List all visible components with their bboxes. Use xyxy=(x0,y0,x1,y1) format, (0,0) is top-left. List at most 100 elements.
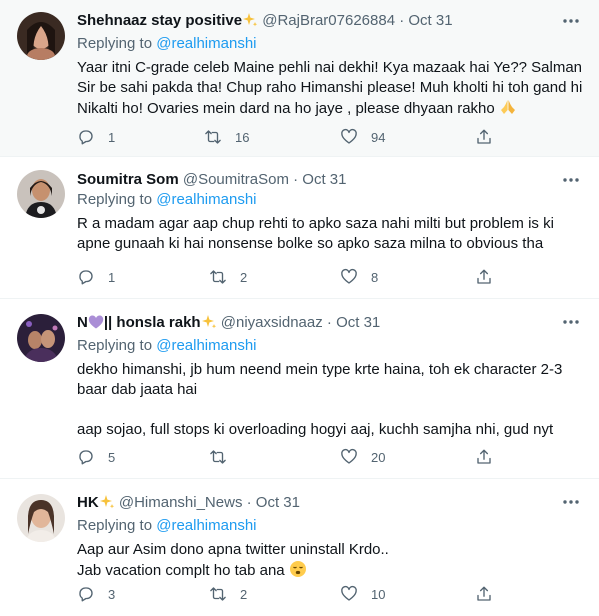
heart-icon xyxy=(341,128,357,144)
more-options-button[interactable] xyxy=(561,312,581,332)
tweet-text-line: Sir be sahi pakda tha! Chup raho Himansh… xyxy=(77,79,583,96)
reply-icon xyxy=(79,587,93,602)
reply-button[interactable]: 3 xyxy=(77,584,115,604)
like-button[interactable]: 10 xyxy=(340,584,385,604)
like-count: 20 xyxy=(371,449,386,465)
share-icon xyxy=(477,129,491,144)
timestamp[interactable]: Oct 31 xyxy=(408,12,452,29)
avatar[interactable] xyxy=(17,170,65,218)
tweet-text: Aap aur Asim dono apna twitter uninstall… xyxy=(77,540,583,584)
retweet-button[interactable]: 2 xyxy=(209,584,247,604)
tweet-text-line: aap sojao, full stops ki overloading hog… xyxy=(77,421,554,438)
tweet-text-line: apne gunaah ki hai nonsense bolke so apk… xyxy=(77,235,544,252)
retweet-count: 16 xyxy=(235,129,250,145)
separator-dot: · xyxy=(293,171,299,188)
retweet-icon xyxy=(205,130,221,144)
reply-count: 1 xyxy=(108,269,116,285)
action-bar: 1 2 8 xyxy=(77,267,583,287)
tweet-header: N || honsla rakh @niyaxsidnaaz · Oct 31 xyxy=(77,313,583,336)
share-icon xyxy=(477,449,491,464)
action-bar: 5 20 xyxy=(77,447,583,467)
tweet-4[interactable]: HK @Himanshi_News · Oct 31 Replying to @… xyxy=(0,479,599,616)
replying-to: Replying to @realhimanshi xyxy=(77,516,583,536)
retweet-button[interactable]: 16 xyxy=(204,127,249,147)
retweet-count: 2 xyxy=(240,586,248,602)
retweet-icon xyxy=(210,587,226,601)
like-button[interactable]: 20 xyxy=(340,447,385,467)
timestamp[interactable]: Oct 31 xyxy=(302,171,346,188)
handle[interactable]: @RajBrar07626884 xyxy=(262,12,395,29)
handle[interactable]: @SoumitraSom xyxy=(183,171,289,188)
display-name[interactable]: HK xyxy=(77,494,99,511)
mention-link[interactable]: @realhimanshi xyxy=(156,191,256,208)
more-horizontal-icon xyxy=(563,19,579,23)
more-horizontal-icon xyxy=(563,320,579,324)
more-options-button[interactable] xyxy=(561,492,581,512)
display-name[interactable]: N || honsla rakh xyxy=(77,314,201,331)
retweet-button[interactable]: 2 xyxy=(209,267,247,287)
share-button[interactable] xyxy=(475,584,493,604)
share-button[interactable] xyxy=(475,447,493,467)
purple-heart-emoji xyxy=(88,314,104,336)
sparkles-emoji xyxy=(201,314,217,336)
tweet-text-line: Nikalti ho! Ovaries mein dard na ho jaye… xyxy=(77,100,495,117)
more-options-button[interactable] xyxy=(561,11,581,31)
heart-icon xyxy=(341,448,357,464)
timestamp[interactable]: Oct 31 xyxy=(256,494,300,511)
timestamp[interactable]: Oct 31 xyxy=(336,314,380,331)
heart-icon xyxy=(341,268,357,284)
handle[interactable]: @Himanshi_News xyxy=(119,494,243,511)
tweet-text-line: baar dab jaata hai xyxy=(77,381,198,398)
avatar[interactable] xyxy=(17,314,65,362)
sleepy-face-emoji xyxy=(289,560,307,584)
reply-button[interactable]: 5 xyxy=(77,447,115,467)
replying-to: Replying to @realhimanshi xyxy=(77,190,583,210)
tweet-2[interactable]: Soumitra Som @SoumitraSom · Oct 31 Reply… xyxy=(0,157,599,299)
replying-to-label: Replying to xyxy=(77,337,153,354)
tweet-3[interactable]: N || honsla rakh @niyaxsidnaaz · Oct 31 R… xyxy=(0,299,599,479)
tweet-text-line: Aap aur Asim dono apna twitter uninstall… xyxy=(77,541,389,558)
reply-icon xyxy=(79,130,93,145)
handle[interactable]: @niyaxsidnaaz xyxy=(221,314,323,331)
tweet-header: Shehnaaz stay positive @RajBrar07626884 … xyxy=(77,11,583,34)
tweet-text-line: dekho himanshi, jb hum neend mein type k… xyxy=(77,361,563,378)
tweet-1[interactable]: Shehnaaz stay positive @RajBrar07626884 … xyxy=(0,0,599,157)
like-button[interactable]: 94 xyxy=(340,127,385,147)
mention-link[interactable]: @realhimanshi xyxy=(156,35,256,52)
display-name[interactable]: Shehnaaz stay positive xyxy=(77,12,242,29)
sparkles-emoji xyxy=(242,12,258,34)
like-count: 8 xyxy=(371,269,379,285)
reply-button[interactable]: 1 xyxy=(77,127,115,147)
retweet-button[interactable] xyxy=(209,447,227,467)
more-options-button[interactable] xyxy=(561,170,581,190)
display-name-prefix: N xyxy=(77,314,88,331)
display-name[interactable]: Soumitra Som xyxy=(77,171,179,188)
replying-to: Replying to @realhimanshi xyxy=(77,336,583,356)
reply-count: 5 xyxy=(108,449,116,465)
tweet-text-line: Jab vacation complt ho tab ana xyxy=(77,562,285,579)
reply-button[interactable]: 1 xyxy=(77,267,115,287)
like-count: 94 xyxy=(371,129,386,145)
reply-count: 3 xyxy=(108,586,116,602)
share-button[interactable] xyxy=(475,127,493,147)
like-button[interactable]: 8 xyxy=(340,267,378,287)
action-bar: 1 16 94 xyxy=(77,127,583,147)
replying-to-label: Replying to xyxy=(77,35,153,52)
avatar[interactable] xyxy=(17,12,65,60)
tweet-text: Yaar itni C-grade celeb Maine pehli nai … xyxy=(77,58,583,122)
reply-icon xyxy=(79,450,93,465)
mention-link[interactable]: @realhimanshi xyxy=(156,337,256,354)
replying-to-label: Replying to xyxy=(77,191,153,208)
replying-to-label: Replying to xyxy=(77,517,153,534)
separator-dot: · xyxy=(326,314,332,331)
tweet-text-line: Yaar itni C-grade celeb Maine pehli nai … xyxy=(77,59,583,76)
replying-to: Replying to @realhimanshi xyxy=(77,34,583,54)
separator-dot: · xyxy=(246,494,252,511)
share-button[interactable] xyxy=(475,267,493,287)
retweet-icon xyxy=(210,450,226,464)
share-icon xyxy=(477,269,491,284)
mention-link[interactable]: @realhimanshi xyxy=(156,517,256,534)
avatar[interactable] xyxy=(17,494,65,542)
reply-icon xyxy=(79,270,93,285)
folded-hands-emoji xyxy=(499,98,517,122)
